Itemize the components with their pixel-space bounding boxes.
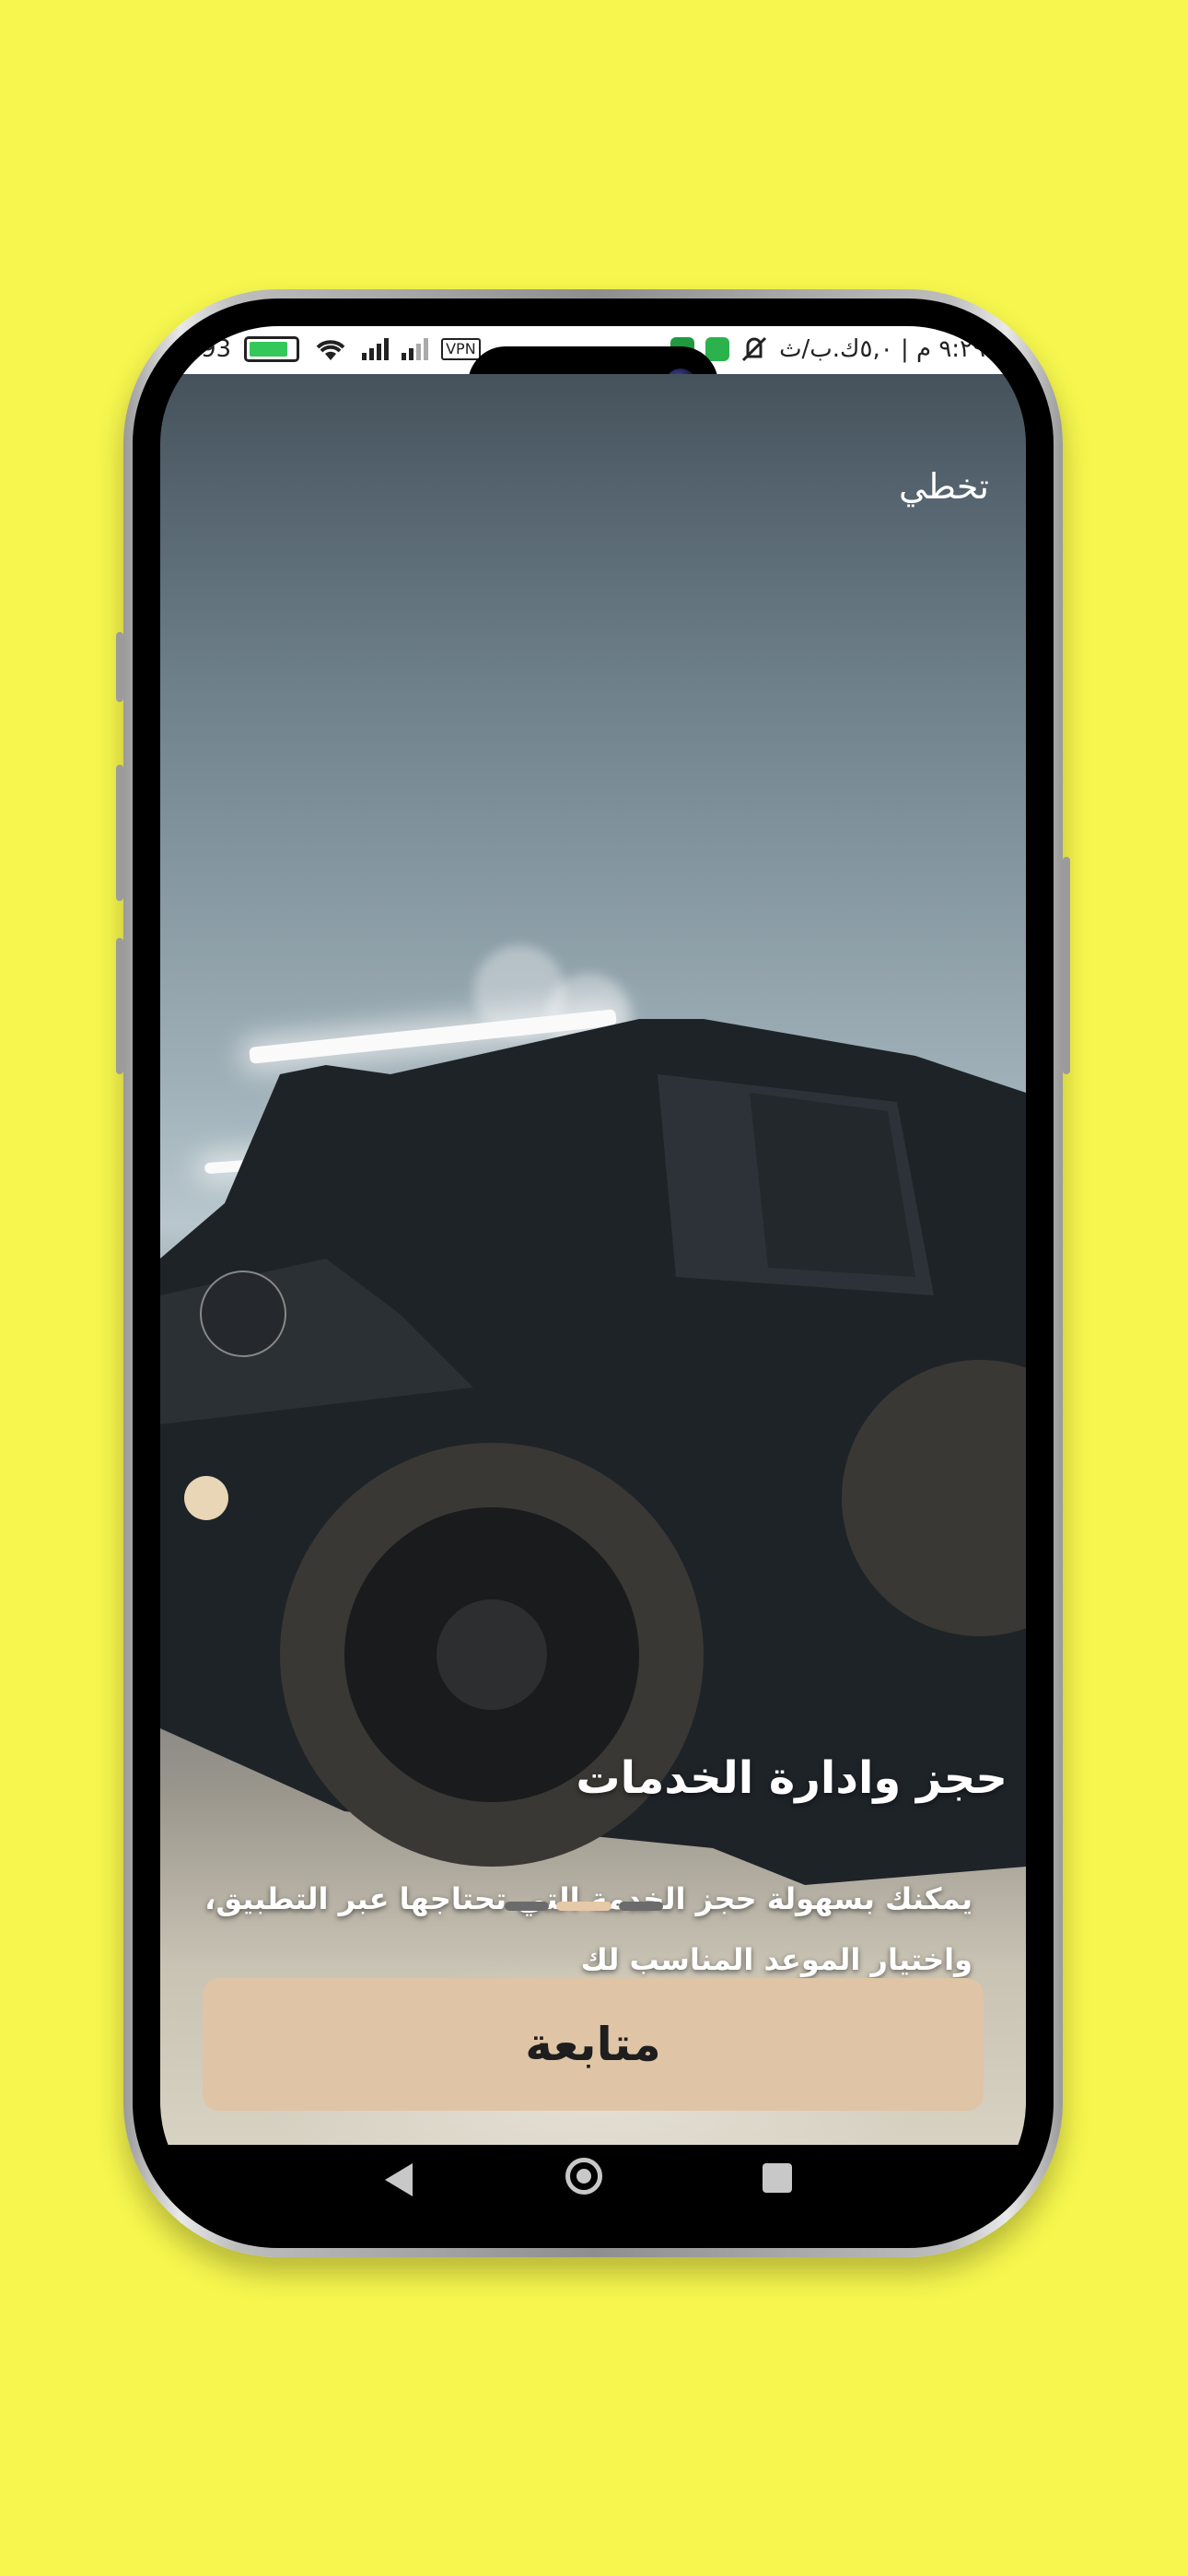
recent-apps-icon[interactable] [763, 2163, 792, 2193]
side-button-volume-up [116, 765, 123, 901]
page-indicator [505, 1902, 663, 1911]
navigation-bar [160, 2145, 1026, 2220]
side-button-power [1063, 857, 1070, 1074]
continue-button[interactable]: متابعة [203, 1978, 984, 2111]
description-line-1: يمكنك بسهولة حجز الخدمة التي تحتاجها عبر… [204, 1881, 973, 1916]
hero-image: تخطي حجز وادارة الخدمات يمكنك بسهولة حجز… [160, 374, 1026, 2145]
side-button-volume-down [116, 938, 123, 1074]
signal-icon-2 [402, 338, 429, 360]
back-icon[interactable] [385, 2163, 413, 2196]
onboarding-description: يمكنك بسهولة حجز الخدمة التي تحتاجها عبر… [181, 1868, 973, 1990]
page-dot[interactable] [505, 1902, 549, 1911]
mute-icon [742, 336, 767, 362]
status-right: ٩:٢٩ م | ٥,٠ك.ب/ث [670, 335, 985, 363]
vpn-badge: VPN [441, 338, 481, 360]
page-dot[interactable] [619, 1902, 663, 1911]
page-dot-active[interactable] [556, 1902, 611, 1911]
status-time: ٩:٢٩ م | ٥,٠ك.ب/ث [779, 335, 985, 363]
signal-icon-1 [362, 338, 390, 360]
battery-icon [244, 336, 300, 362]
side-button-action [116, 632, 123, 702]
onboarding-title: حجز وادارة الخدمات [576, 1752, 1007, 1804]
status-left: 93 VPN [201, 335, 481, 363]
home-icon[interactable] [565, 2158, 602, 2195]
skip-button[interactable]: تخطي [899, 466, 989, 507]
app-notification-icon [705, 337, 730, 361]
battery-percent: 93 [201, 335, 232, 363]
phone-screen: 93 VPN ٩:٢٩ م | ٥,٠ك.ب/ث تخطي حجز وادارة… [160, 326, 1026, 2220]
wifi-icon [316, 340, 345, 360]
